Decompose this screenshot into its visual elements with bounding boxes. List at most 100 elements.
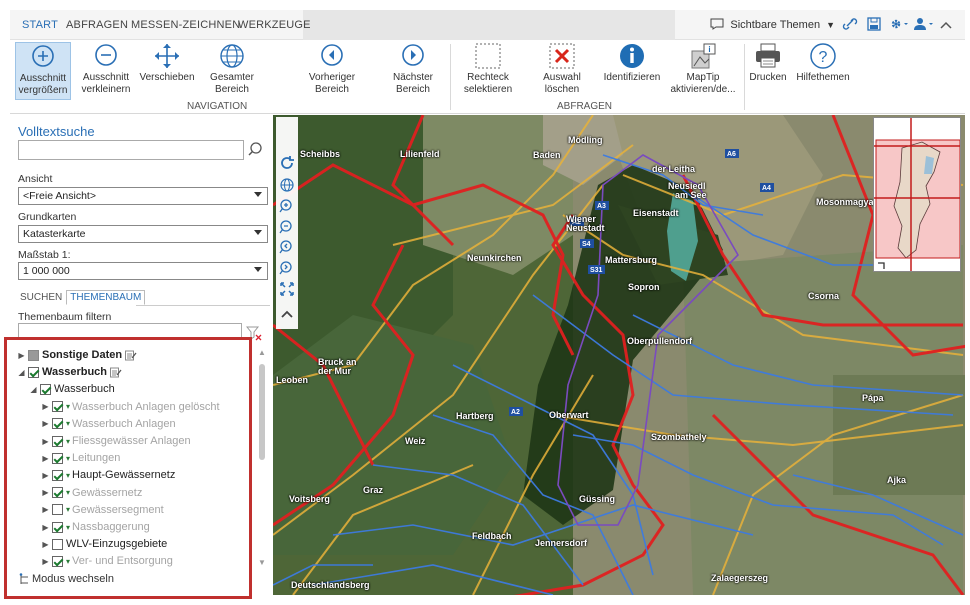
tree-item[interactable]: ▶ ▾ Leitungen [41,450,120,466]
ansicht-select[interactable]: <Freie Ansicht> [18,187,268,205]
massstab-select[interactable]: 1 000 000 [18,262,268,280]
collapse-arrow-icon[interactable]: ◢ [29,385,38,394]
expand-arrow-icon[interactable]: ▶ [41,540,50,549]
subtab-themenbaum[interactable]: THEMENBAUM [66,290,146,305]
collapse-ribbon-icon[interactable] [937,17,955,33]
print-button[interactable]: Drucken [746,42,790,100]
scroll-up-icon[interactable]: ▲ [258,348,266,357]
globe-icon[interactable] [279,177,295,193]
chevron-down-icon[interactable]: ▾ [66,471,70,480]
tree-item[interactable]: ▶ ▾ Wasserbuch Anlagen [41,416,175,432]
expand-arrow-icon[interactable]: ▶ [41,437,50,446]
clear-selection-button[interactable]: Auswahl löschen [535,42,589,100]
help-button[interactable]: ? Hilfethemen [792,42,854,100]
tree-item[interactable]: ▶ ▾ Haupt-Gewässernetz [41,467,175,483]
tree-item-checkbox[interactable] [52,435,63,447]
search-icon[interactable] [246,140,266,160]
tree-item-checkbox[interactable] [52,521,63,533]
pan-button[interactable]: Verschieben [138,42,196,100]
expand-arrow-icon[interactable]: ▶ [41,488,50,497]
tree-scrollbar[interactable]: ▲ ▼ [258,348,266,567]
next-extent-button[interactable]: Nächster Bereich [383,42,443,100]
tree-item-checkbox[interactable] [28,366,39,378]
tree-item-checkbox[interactable] [52,401,63,413]
tree-item[interactable]: ▶ ▾ Gewässernetz [41,485,142,501]
edit-layer-icon[interactable] [110,367,122,378]
chevron-down-icon[interactable]: ▾ [66,505,70,514]
themes-dropdown-label[interactable]: Sichtbare Themen [730,19,820,31]
tree-item[interactable]: ▶ ▾ Ver- und Entsorgung [41,553,173,569]
scroll-down-icon[interactable]: ▼ [258,558,266,567]
maptip-button[interactable]: i MapTip aktivieren/de... [667,42,739,100]
tree-item-checkbox[interactable] [40,383,51,395]
switch-mode-button[interactable]: Modus wechseln [18,573,114,585]
chevron-down-icon[interactable]: ▾ [66,557,70,566]
tree-item-checkbox[interactable] [52,469,63,481]
zoom-in-button[interactable]: Ausschnitt vergrößern [15,42,71,100]
expand-arrow-icon[interactable]: ▶ [41,505,50,514]
full-extent-icon[interactable] [279,281,295,297]
identify-button[interactable]: Identifizieren [600,42,664,100]
edit-layer-icon[interactable] [125,350,137,361]
chevron-down-icon[interactable]: ▾ [66,419,70,428]
chevron-down-icon[interactable]: ▾ [66,523,70,532]
map-view[interactable]: A6 A4 A3 S4 A2 S31 A2 [273,115,965,595]
zoom-next-icon[interactable] [279,260,295,276]
satellite-map-canvas[interactable]: A6 A4 A3 S4 A2 S31 A2 [273,115,965,595]
chevron-down-icon[interactable]: ▾ [66,437,70,446]
map-place-label: Güssing [579,494,616,504]
tab-start[interactable]: START [22,19,58,31]
rotate-reset-icon[interactable] [279,155,295,171]
expand-arrow-icon[interactable]: ▶ [41,454,50,463]
tree-item-checkbox[interactable] [52,418,63,430]
expand-arrow-icon[interactable]: ▶ [41,523,50,532]
expand-arrow-icon[interactable]: ▶ [41,402,50,411]
collapse-arrow-icon[interactable]: ◢ [17,368,26,377]
tree-item-label: Wasserbuch [54,383,115,396]
link-icon[interactable] [841,17,859,34]
tree-item[interactable]: ▶ ▾ Wasserbuch Anlagen gelöscht [41,399,219,415]
expand-arrow-icon[interactable]: ▶ [41,419,50,428]
tree-item-checkbox[interactable] [52,452,63,464]
zoom-in-icon[interactable] [279,198,295,214]
tree-item-checkbox[interactable] [52,555,63,567]
comment-icon[interactable] [710,18,724,33]
zoom-out-icon[interactable] [279,219,295,235]
chevron-down-icon[interactable]: ▾ [66,402,70,411]
previous-extent-button[interactable]: Vorheriger Bereich [302,42,362,100]
save-icon[interactable] [865,16,883,34]
chevron-down-icon[interactable]: ▾ [66,488,70,497]
tree-item[interactable]: ▶ ▾ Fliessgewässer Anlagen [41,433,190,449]
tree-item[interactable]: ▶ Sonstige Daten [17,347,137,363]
tree-item[interactable]: ◢ Wasserbuch [17,364,122,380]
user-icon[interactable] [913,17,933,34]
zoom-previous-icon[interactable] [279,239,295,255]
tree-item[interactable]: ◢ Wasserbuch [29,381,115,397]
fulltext-search-input[interactable] [18,140,244,160]
expand-arrow-icon[interactable]: ▶ [17,351,26,360]
subtab-suchen[interactable]: SUCHEN [18,290,64,305]
tab-werkzeuge[interactable]: WERKZEUGE [238,19,311,31]
tree-item-checkbox[interactable] [52,504,63,516]
expand-arrow-icon[interactable]: ▶ [41,557,50,566]
grundkarten-select[interactable]: Katasterkarte [18,225,268,243]
scroll-thumb[interactable] [259,364,265,460]
massstab-value: 1 000 000 [23,265,70,277]
chevron-down-icon[interactable]: ▾ [66,454,70,463]
tree-item[interactable]: ▶ WLV-Einzugsgebiete [41,536,167,552]
select-rectangle-button[interactable]: Rechteck selektieren [457,42,519,100]
tab-abfragen[interactable]: ABFRAGEN [66,19,128,31]
tab-messen-zeichnen[interactable]: MESSEN-ZEICHNEN [131,19,240,31]
tree-item-checkbox[interactable] [52,538,63,550]
settings-gear-icon[interactable] [889,17,908,34]
overview-map[interactable] [873,117,961,272]
collapse-tools-icon[interactable] [279,306,295,322]
zoom-out-button[interactable]: Ausschnitt verkleinern [76,42,136,100]
tree-item[interactable]: ▶ ▾ Nassbaggerung [41,519,149,535]
full-extent-button[interactable]: Gesamter Bereich [202,42,262,100]
tree-item-checkbox[interactable] [28,349,39,361]
tree-item[interactable]: ▶ ▾ Gewässersegment [41,502,163,518]
tree-item-checkbox[interactable] [52,487,63,499]
expand-arrow-icon[interactable]: ▶ [41,471,50,480]
themes-dropdown-caret-icon[interactable]: ▼ [826,20,835,30]
